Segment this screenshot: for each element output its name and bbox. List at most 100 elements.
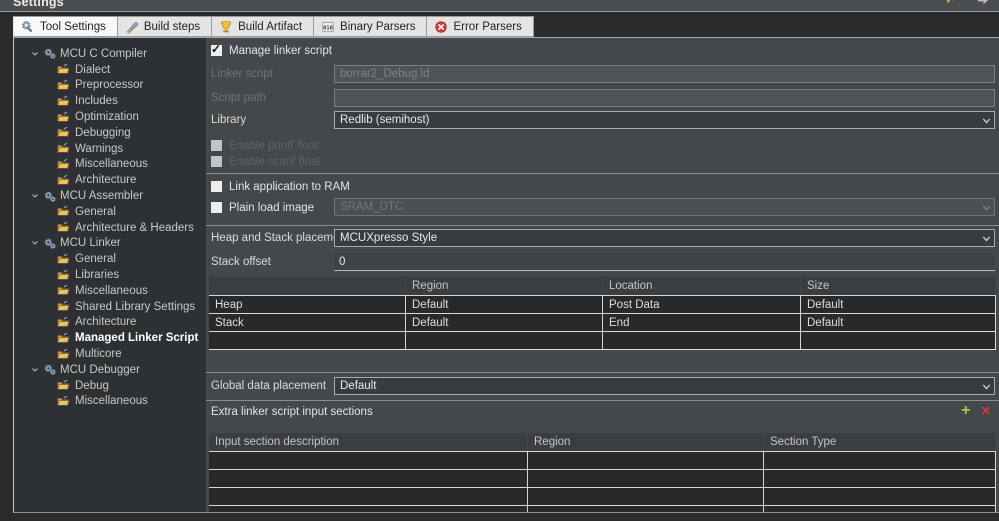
tree-item-shared-library-settings[interactable]: Shared Library Settings xyxy=(14,299,206,315)
column-header-section-type: Section Type xyxy=(764,433,996,451)
heap-stack-placement-select[interactable]: MCUXpresso Style xyxy=(334,229,995,247)
tree-item-mcu-assembler[interactable]: MCU Assembler xyxy=(14,188,206,204)
folder-icon xyxy=(56,300,70,313)
table-row-empty[interactable] xyxy=(209,505,996,512)
tab-error-parsers[interactable]: Error Parsers xyxy=(427,16,534,37)
tree-item-dialect[interactable]: Dialect xyxy=(14,62,206,78)
column-header-input-section: Input section description xyxy=(209,433,528,451)
restore-defaults-icon[interactable] xyxy=(945,0,960,7)
tree-item-managed-linker-script[interactable]: Managed Linker Script xyxy=(14,330,206,346)
delete-section-icon[interactable]: ✕ xyxy=(981,404,991,418)
folder-icon xyxy=(56,284,70,297)
global-data-placement-select[interactable]: Default xyxy=(334,377,995,395)
table-row-heap[interactable]: Heap Default Post Data Default xyxy=(209,295,996,313)
page-title: Settings xyxy=(13,0,64,9)
folder-icon xyxy=(56,221,70,234)
tree-item-includes[interactable]: Includes xyxy=(14,93,206,109)
settings-tab-bar: Tool Settings Build steps Build Artifact… xyxy=(13,16,534,37)
gears-icon xyxy=(43,190,57,203)
plain-load-image-label: Plain load image xyxy=(229,201,315,214)
column-header xyxy=(209,277,406,295)
tree-item-compiler-architecture[interactable]: Architecture xyxy=(14,172,206,188)
table-row-empty[interactable] xyxy=(209,469,996,487)
folder-icon xyxy=(56,126,70,139)
settings-title-bar: Settings xyxy=(0,0,999,12)
tab-tool-settings[interactable]: Tool Settings xyxy=(13,16,118,37)
table-row-empty[interactable] xyxy=(209,451,996,469)
tree-item-assembler-general[interactable]: General xyxy=(14,204,206,220)
tab-label: Build steps xyxy=(143,20,201,33)
tree-item-debug[interactable]: Debug xyxy=(14,378,206,394)
section-divider xyxy=(206,225,999,226)
trophy-icon xyxy=(219,20,233,34)
extra-sections-toolbar: + ✕ xyxy=(961,402,991,420)
forward-arrow-icon[interactable] xyxy=(976,0,991,7)
tab-binary-parsers[interactable]: Binary Parsers xyxy=(314,16,428,37)
tree-item-optimization[interactable]: Optimization xyxy=(14,109,206,125)
folder-icon xyxy=(56,79,70,92)
tree-item-linker-general[interactable]: General xyxy=(14,251,206,267)
section-divider xyxy=(206,372,999,373)
section-divider xyxy=(206,173,999,174)
tab-build-steps[interactable]: Build steps xyxy=(117,16,213,37)
tree-item-libraries[interactable]: Libraries xyxy=(14,267,206,283)
library-select[interactable]: Redlib (semihost) xyxy=(334,111,995,129)
folder-icon xyxy=(56,142,70,155)
chevron-down-icon[interactable] xyxy=(30,191,40,201)
table-row-empty xyxy=(209,331,996,349)
chevron-down-icon xyxy=(980,232,993,245)
table-row-empty[interactable] xyxy=(209,487,996,505)
tree-item-mcu-c-compiler[interactable]: MCU C Compiler xyxy=(14,46,206,62)
column-header-region: Region xyxy=(406,277,603,295)
chevron-down-icon[interactable] xyxy=(30,238,40,248)
tree-item-architecture-headers[interactable]: Architecture & Headers xyxy=(14,220,206,236)
enable-scanf-float-label: Enable scanf float xyxy=(229,155,321,168)
plain-load-image-row: Plain load image xyxy=(211,201,314,214)
library-label: Library xyxy=(211,114,247,126)
global-data-placement-label: Global data placement xyxy=(211,380,327,392)
plain-load-image-checkbox[interactable] xyxy=(211,202,222,213)
chevron-down-icon[interactable] xyxy=(30,49,40,59)
heap-stack-table: Region Location Size Heap Default Post D… xyxy=(209,277,996,350)
manage-linker-script-label: Manage linker script xyxy=(229,44,332,57)
tree-item-mcu-debugger[interactable]: MCU Debugger xyxy=(14,362,206,378)
stack-offset-input[interactable]: 0 xyxy=(334,253,995,271)
enable-scanf-float-checkbox xyxy=(211,156,222,167)
tree-item-debugging[interactable]: Debugging xyxy=(14,125,206,141)
folder-icon xyxy=(56,63,70,76)
stack-offset-label: Stack offset xyxy=(211,256,271,268)
tool-settings-content: MCU C Compiler Dialect Preprocessor Incl… xyxy=(13,37,999,513)
folder-icon xyxy=(56,111,70,124)
tree-item-compiler-miscellaneous[interactable]: Miscellaneous xyxy=(14,157,206,173)
column-header-region: Region xyxy=(528,433,764,451)
error-icon xyxy=(434,20,448,34)
enable-printf-float-checkbox xyxy=(211,140,222,151)
tools-icon xyxy=(21,20,35,34)
tree-item-linker-architecture[interactable]: Architecture xyxy=(14,315,206,331)
tree-item-mcu-linker[interactable]: MCU Linker xyxy=(14,236,206,252)
link-application-to-ram-row: Link application to RAM xyxy=(211,180,350,193)
folder-icon xyxy=(56,269,70,282)
tree-item-preprocessor[interactable]: Preprocessor xyxy=(14,78,206,94)
extra-linker-sections-label: Extra linker script input sections xyxy=(211,406,373,418)
tab-label: Build Artifact xyxy=(238,20,303,33)
add-section-icon[interactable]: + xyxy=(961,403,970,419)
settings-tree: MCU C Compiler Dialect Preprocessor Incl… xyxy=(14,38,206,512)
enable-printf-float-label: Enable printf float xyxy=(229,139,319,152)
table-header-row: Input section description Region Section… xyxy=(209,433,996,451)
gears-icon xyxy=(43,363,57,376)
tree-item-linker-miscellaneous[interactable]: Miscellaneous xyxy=(14,283,206,299)
manage-linker-script-checkbox[interactable] xyxy=(211,42,222,56)
table-row-stack[interactable]: Stack Default End Default xyxy=(209,313,996,331)
tab-build-artifact[interactable]: Build Artifact xyxy=(212,16,315,37)
script-path-label: Script path xyxy=(211,92,266,104)
link-application-to-ram-checkbox[interactable] xyxy=(211,181,222,192)
chevron-down-icon[interactable] xyxy=(30,365,40,375)
folder-icon xyxy=(56,348,70,361)
tree-item-warnings[interactable]: Warnings xyxy=(14,141,206,157)
tree-item-multicore[interactable]: Multicore xyxy=(14,346,206,362)
folder-icon xyxy=(56,174,70,187)
section-divider xyxy=(206,400,999,401)
folder-icon xyxy=(56,395,70,408)
tree-item-debugger-miscellaneous[interactable]: Miscellaneous xyxy=(14,394,206,410)
